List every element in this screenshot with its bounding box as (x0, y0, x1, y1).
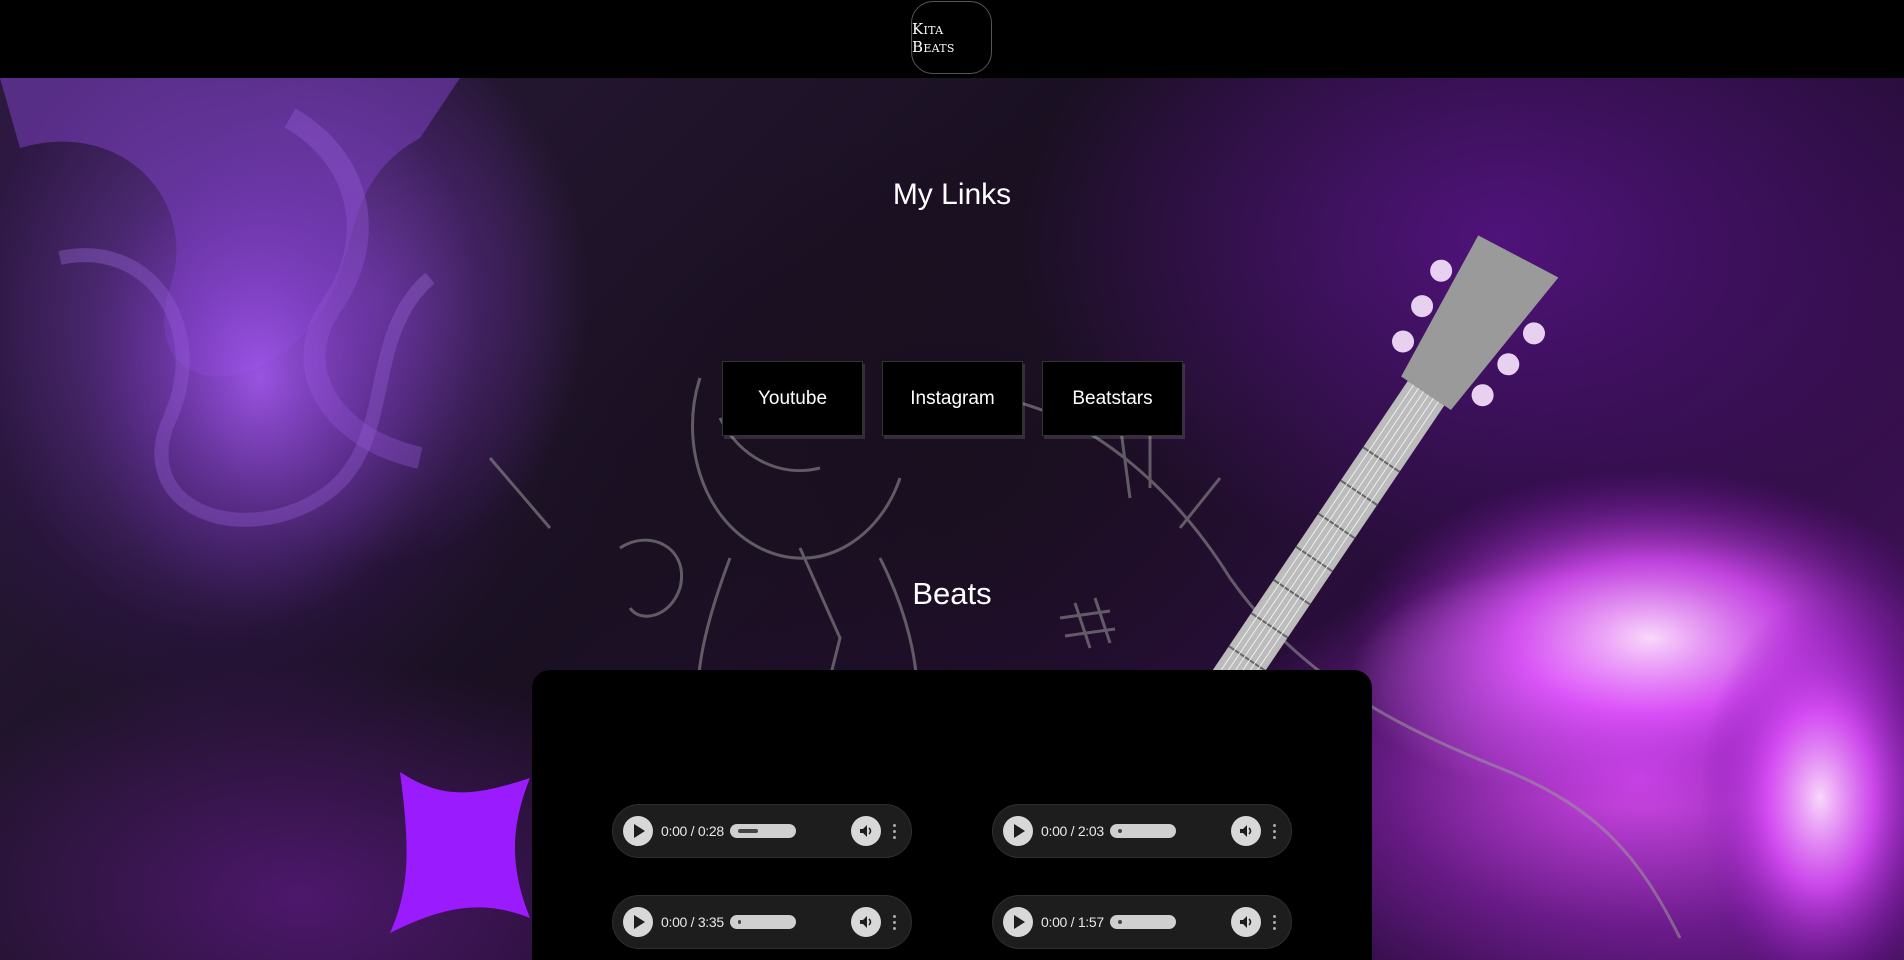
more-vert-icon[interactable] (1267, 907, 1281, 937)
links-section-title: My Links (892, 178, 1012, 211)
audio-seek-slider[interactable] (729, 824, 796, 838)
site-logo[interactable]: Kita Beats (911, 1, 992, 74)
top-bar: Kita Beats (0, 0, 1904, 78)
more-vert-icon[interactable] (887, 816, 901, 846)
volume-icon[interactable] (1231, 907, 1261, 937)
audio-player: 0:00 / 1:57 (992, 895, 1292, 949)
audio-time: 0:00 / 3:35 (661, 914, 724, 930)
audio-player: 0:00 / 0:28 (612, 804, 912, 858)
volume-icon[interactable] (851, 907, 881, 937)
play-icon[interactable] (1003, 907, 1033, 937)
audio-seek-slider[interactable] (1109, 824, 1176, 838)
beats-player-panel: 0:00 / 0:28 0:00 / 2:03 0:00 / 3:35 0:00… (532, 670, 1372, 960)
play-icon[interactable] (1003, 816, 1033, 846)
play-icon[interactable] (623, 907, 653, 937)
volume-icon[interactable] (1231, 816, 1261, 846)
youtube-link-button[interactable]: Youtube (722, 361, 863, 436)
audio-player: 0:00 / 3:35 (612, 895, 912, 949)
volume-icon[interactable] (851, 816, 881, 846)
audio-time: 0:00 / 0:28 (661, 823, 724, 839)
audio-time: 0:00 / 2:03 (1041, 823, 1104, 839)
instagram-link-button[interactable]: Instagram (882, 361, 1023, 436)
beats-section-title: Beats (912, 576, 992, 611)
audio-seek-slider[interactable] (1109, 915, 1176, 929)
play-icon[interactable] (623, 816, 653, 846)
audio-seek-slider[interactable] (729, 915, 796, 929)
audio-time: 0:00 / 1:57 (1041, 914, 1104, 930)
more-vert-icon[interactable] (1267, 816, 1281, 846)
beatstars-link-button[interactable]: Beatstars (1042, 361, 1183, 436)
audio-player: 0:00 / 2:03 (992, 804, 1292, 858)
more-vert-icon[interactable] (887, 907, 901, 937)
